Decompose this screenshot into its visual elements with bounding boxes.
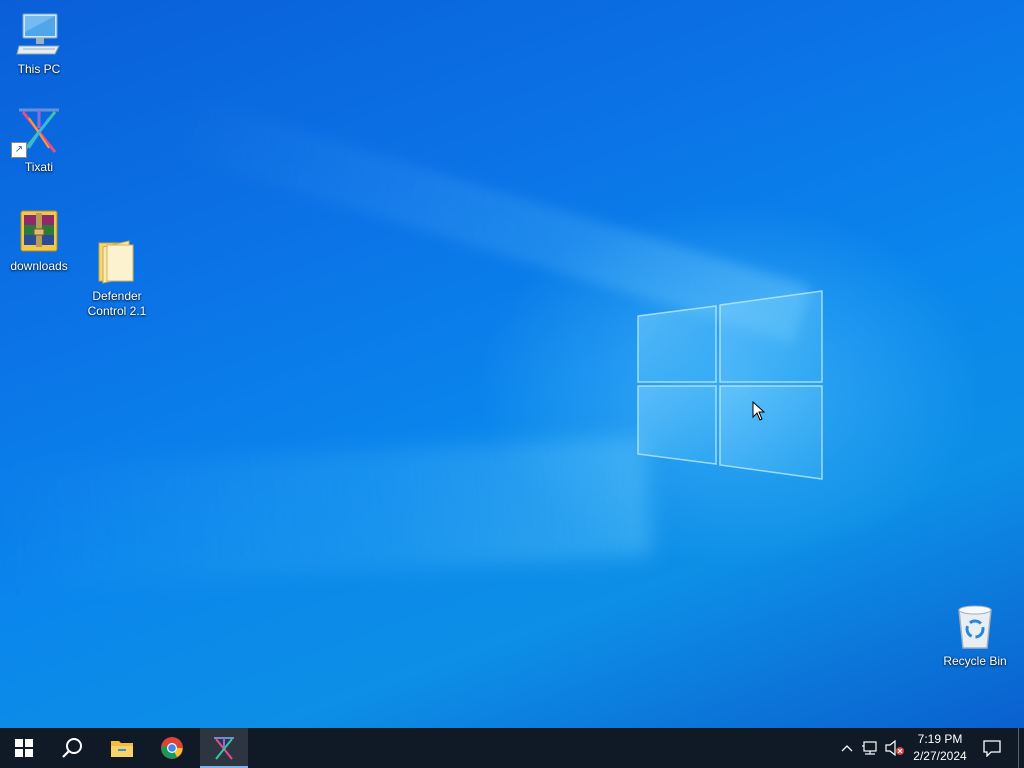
- taskbar-tixati[interactable]: [200, 728, 248, 768]
- desktop-icon-label: Tixati: [24, 160, 54, 174]
- tixati-icon: ↗: [11, 108, 63, 158]
- desktop-icon-label: This PC: [17, 62, 61, 76]
- search-icon: [62, 738, 82, 758]
- volume-button[interactable]: [884, 728, 906, 768]
- light-beam: [0, 436, 653, 590]
- taskbar-file-explorer[interactable]: [98, 728, 146, 768]
- clock-date: 2/27/2024: [913, 749, 967, 763]
- desktop-icon-tixati[interactable]: ↗ Tixati: [1, 108, 77, 175]
- chrome-icon: [161, 737, 183, 759]
- windows-logo: [637, 290, 823, 480]
- taskbar: 7:19 PM 2/27/2024: [0, 728, 1024, 768]
- volume-muted-icon: [885, 740, 904, 756]
- mouse-cursor-icon: [752, 401, 766, 421]
- folder-icon: [93, 222, 141, 284]
- show-hidden-icons-button[interactable]: [838, 728, 856, 768]
- file-explorer-icon: [111, 741, 133, 757]
- desktop-icon-label: Defender Control 2.1: [87, 289, 147, 318]
- desktop-icon-downloads[interactable]: downloads: [1, 207, 77, 274]
- taskbar-chrome[interactable]: [148, 728, 196, 768]
- action-center-icon: [983, 740, 1001, 757]
- network-icon: [862, 741, 877, 755]
- recycle-bin-icon: [951, 602, 999, 650]
- clock-time: 7:19 PM: [917, 732, 963, 746]
- winrar-archive-icon: [15, 207, 63, 255]
- desktop-icon-label: Recycle Bin: [943, 654, 1007, 668]
- desktop-icon-label: downloads: [10, 259, 68, 273]
- show-desktop-button[interactable]: [1018, 728, 1024, 768]
- desktop-icon-defender-control[interactable]: Defender Control 2.1: [79, 207, 155, 334]
- network-button[interactable]: [860, 728, 882, 768]
- tixati-icon: [214, 737, 234, 760]
- chevron-up-icon: [841, 745, 853, 752]
- start-button[interactable]: [0, 728, 48, 768]
- computer-icon: [15, 10, 63, 58]
- shortcut-arrow-icon: ↗: [11, 142, 27, 158]
- windows-start-icon: [15, 739, 33, 757]
- action-center-button[interactable]: [978, 728, 1006, 768]
- search-button[interactable]: [48, 728, 96, 768]
- taskbar-clock[interactable]: 7:19 PM 2/27/2024: [905, 728, 975, 768]
- desktop-icon-recycle-bin[interactable]: Recycle Bin: [937, 602, 1013, 669]
- desktop-icon-this-pc[interactable]: This PC: [1, 10, 77, 77]
- desktop[interactable]: This PC ↗ Tixati downloads Defender Cont…: [0, 0, 1024, 728]
